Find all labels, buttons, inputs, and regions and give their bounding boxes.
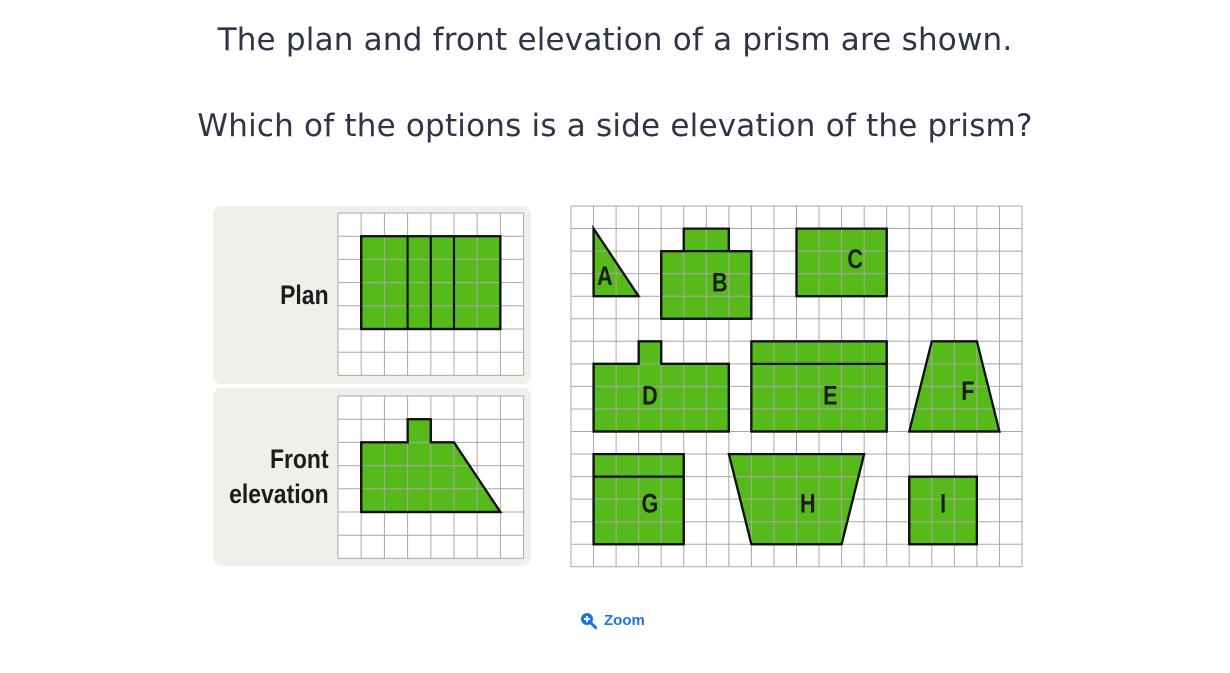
plan-label: Plan bbox=[280, 280, 328, 310]
option-c-label: C bbox=[847, 245, 863, 275]
option-h-label: H bbox=[800, 489, 816, 519]
plan-grid bbox=[337, 212, 525, 376]
option-a-label: A bbox=[597, 262, 613, 292]
front-label-line2: elevation bbox=[229, 479, 328, 509]
option-i-label: I bbox=[940, 489, 946, 519]
option-b-label: B bbox=[712, 268, 728, 298]
options-grid: A B C D E F G H I bbox=[570, 205, 1023, 568]
front-elevation-grid bbox=[337, 395, 525, 559]
zoom-in-icon bbox=[581, 613, 597, 629]
zoom-label: Zoom bbox=[604, 612, 645, 629]
option-f-label: F bbox=[961, 377, 974, 407]
given-views-panel: Plan Front elevation bbox=[213, 206, 531, 566]
zoom-button[interactable]: Zoom bbox=[580, 612, 645, 629]
front-label-line1: Front bbox=[270, 444, 329, 474]
question-line-1: The plan and front elevation of a prism … bbox=[217, 22, 1013, 58]
option-d-label: D bbox=[642, 381, 658, 411]
question-line-2: Which of the options is a side elevation… bbox=[197, 108, 1033, 144]
option-e-label: E bbox=[823, 381, 837, 411]
option-g-label: G bbox=[642, 489, 659, 519]
